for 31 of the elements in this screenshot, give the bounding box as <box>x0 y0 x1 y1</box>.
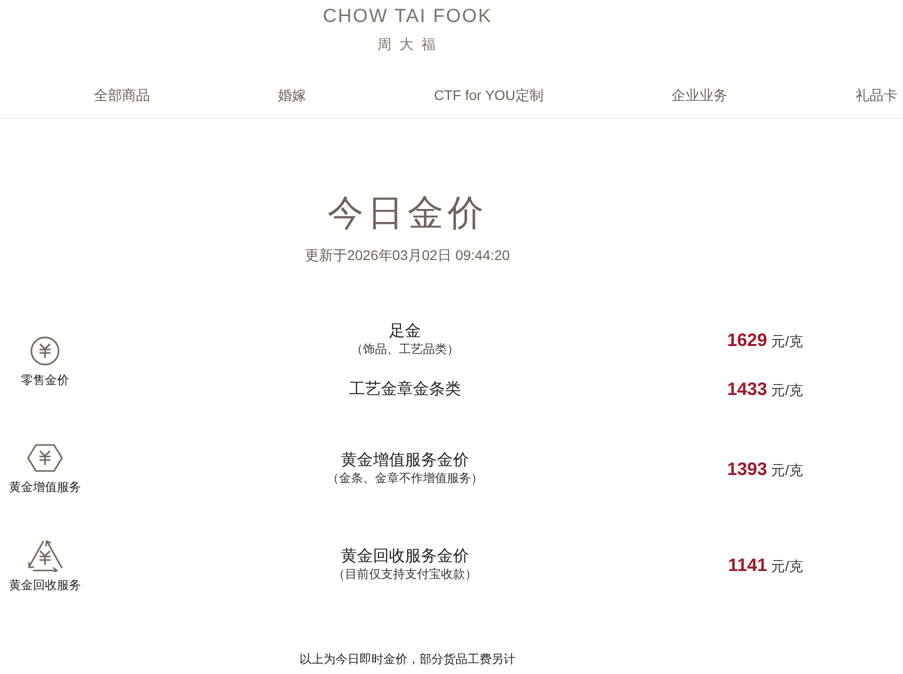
yen-circle-icon <box>30 336 60 366</box>
nav-link[interactable]: CTF for YOU定制 <box>434 87 544 105</box>
category-label: 零售金价 <box>21 373 69 387</box>
yen-hexagon-icon <box>27 444 63 472</box>
price-item-note: （金条、金章不作增值服务） <box>327 470 483 486</box>
nav-link[interactable]: 企业业务 <box>671 87 728 105</box>
nav-link[interactable]: 婚嫁 <box>278 87 306 105</box>
price-unit: 元/克 <box>771 558 803 576</box>
nav-link[interactable]: 全部商品 <box>94 87 150 105</box>
price-item-name: 工艺金章金条类 <box>349 380 461 398</box>
price-value: 1433 <box>727 379 768 400</box>
price-item-note: （饰品、工艺品类） <box>351 341 459 357</box>
price-value: 1393 <box>727 458 768 480</box>
price-unit: 元/克 <box>771 332 803 350</box>
price-item-name: 黄金回收服务金价 <box>341 548 469 566</box>
update-time: 更新于2026年03月02日 09:44:20 <box>305 246 510 265</box>
price-value: 1629 <box>727 330 768 350</box>
price-item-name: 黄金增值服务金价 <box>341 452 469 470</box>
category-label: 黄金回收服务 <box>9 578 81 592</box>
category-label: 黄金增值服务 <box>9 480 81 494</box>
brand-logo-chinese: 周 大 福 <box>378 35 438 53</box>
footnote: 以上为今日即时金价，部分货品工费另计 <box>300 651 516 667</box>
page-title: 今日金价 <box>328 192 488 235</box>
price-value: 1141 <box>728 554 768 576</box>
price-unit: 元/克 <box>771 382 803 400</box>
price-unit: 元/克 <box>771 462 803 480</box>
brand-logo-text[interactable]: CHOW TAI FOOK <box>322 6 492 28</box>
nav-link[interactable]: 礼品卡 <box>855 87 898 105</box>
yen-recycle-triangle-icon <box>26 538 64 572</box>
price-item-name: 足金 <box>389 323 421 341</box>
price-item-note: （目前仅支持支付宝收款） <box>333 566 477 582</box>
